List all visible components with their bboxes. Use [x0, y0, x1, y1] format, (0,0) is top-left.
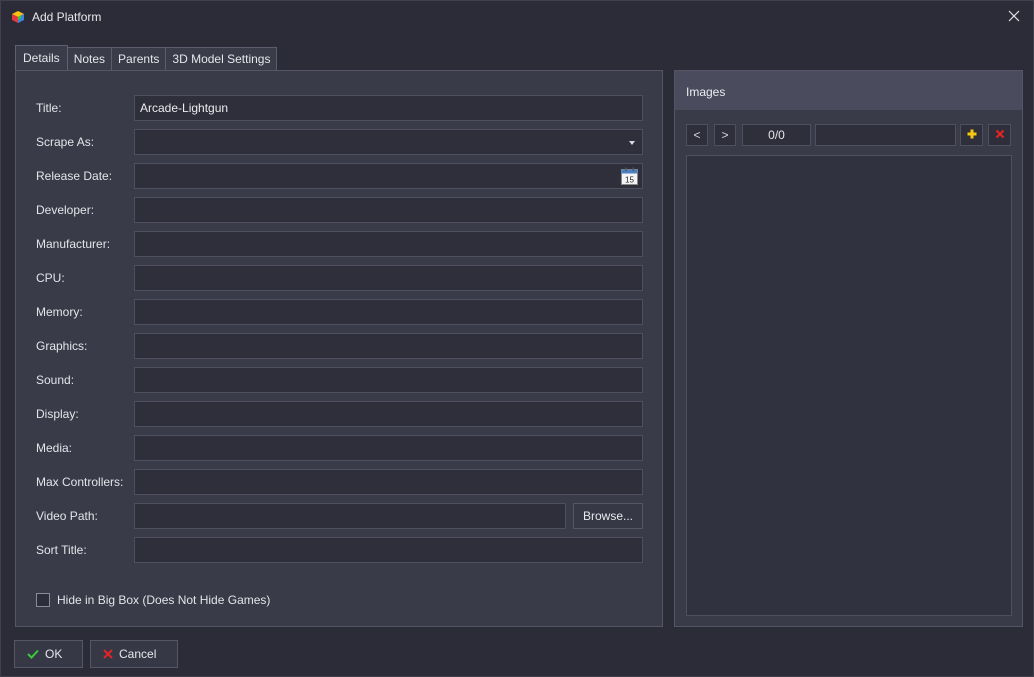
display-row: Display: [16, 401, 662, 427]
scrape-as-label: Scrape As: [36, 135, 95, 149]
sound-row: Sound: [16, 367, 662, 393]
cpu-input[interactable] [134, 265, 643, 291]
cpu-row: CPU: [16, 265, 662, 291]
manufacturer-input[interactable] [134, 231, 643, 257]
memory-label: Memory: [36, 305, 83, 319]
sort-title-row: Sort Title: [16, 537, 662, 563]
media-row: Media: [16, 435, 662, 461]
title-row: Title: Arcade-Lightgun [16, 95, 662, 121]
close-button[interactable] [1001, 5, 1027, 29]
tab-3d-model-settings[interactable]: 3D Model Settings [165, 47, 278, 70]
ok-button[interactable]: OK [14, 640, 83, 668]
developer-row: Developer: [16, 197, 662, 223]
display-label: Display: [36, 407, 79, 421]
developer-input[interactable] [134, 197, 643, 223]
developer-label: Developer: [36, 203, 95, 217]
graphics-label: Graphics: [36, 339, 88, 353]
scrape-as-dropdown[interactable] [134, 129, 643, 155]
sort-title-input[interactable] [134, 537, 643, 563]
add-icon [967, 128, 977, 142]
hide-in-bigbox-label[interactable]: Hide in Big Box (Does Not Hide Games) [57, 593, 270, 607]
x-icon [103, 649, 113, 659]
calendar-icon[interactable]: 15 [621, 167, 638, 185]
max-controllers-row: Max Controllers: [16, 469, 662, 495]
checkmark-icon [27, 649, 39, 659]
image-type-field[interactable] [815, 124, 956, 146]
chevron-down-icon [629, 141, 635, 145]
media-input[interactable] [134, 435, 643, 461]
video-path-row: Video Path: Browse... [16, 503, 662, 529]
add-platform-dialog: Add Platform Details Notes Parents 3D Mo… [0, 0, 1034, 677]
cancel-label: Cancel [119, 647, 157, 661]
browse-button[interactable]: Browse... [573, 503, 643, 529]
manufacturer-label: Manufacturer: [36, 237, 111, 251]
details-panel: Title: Arcade-Lightgun Scrape As: Releas… [15, 70, 663, 627]
tab-details[interactable]: Details [15, 45, 68, 71]
next-image-button[interactable]: > [714, 124, 736, 146]
title-label: Title: [36, 101, 62, 115]
image-preview-area [686, 155, 1012, 616]
graphics-row: Graphics: [16, 333, 662, 359]
release-date-label: Release Date: [36, 169, 113, 183]
graphics-input[interactable] [134, 333, 643, 359]
window-title: Add Platform [32, 10, 102, 24]
calendar-day-text: 15 [625, 176, 634, 185]
images-panel: Images < > 0/0 [674, 70, 1023, 627]
release-date-input[interactable]: 15 [134, 163, 643, 189]
title-input[interactable]: Arcade-Lightgun [134, 95, 643, 121]
remove-icon [995, 128, 1005, 142]
cancel-button[interactable]: Cancel [90, 640, 178, 668]
hide-in-bigbox-checkbox[interactable] [36, 593, 50, 607]
hide-in-bigbox-option[interactable]: Hide in Big Box (Does Not Hide Games) [36, 592, 270, 608]
release-date-row: Release Date: 15 [16, 163, 662, 189]
video-path-input[interactable] [134, 503, 566, 529]
sound-label: Sound: [36, 373, 75, 387]
ok-label: OK [45, 647, 63, 661]
images-header-title: Images [686, 85, 726, 99]
image-counter: 0/0 [742, 124, 811, 146]
max-controllers-input[interactable] [134, 469, 643, 495]
tab-parents[interactable]: Parents [111, 47, 167, 70]
add-image-button[interactable] [960, 124, 983, 146]
previous-image-button[interactable]: < [686, 124, 708, 146]
launchbox-cube-icon [11, 10, 25, 24]
tab-strip: Details Notes Parents 3D Model Settings [15, 45, 278, 71]
remove-image-button[interactable] [988, 124, 1011, 146]
images-header: Images [675, 71, 1022, 110]
sound-input[interactable] [134, 367, 643, 393]
manufacturer-row: Manufacturer: [16, 231, 662, 257]
media-label: Media: [36, 441, 73, 455]
memory-row: Memory: [16, 299, 662, 325]
cpu-label: CPU: [36, 271, 65, 285]
display-input[interactable] [134, 401, 643, 427]
max-controllers-label: Max Controllers: [36, 475, 124, 489]
title-bar: Add Platform [1, 1, 1033, 33]
memory-input[interactable] [134, 299, 643, 325]
scrape-as-row: Scrape As: [16, 129, 662, 155]
video-path-label: Video Path: [36, 509, 98, 523]
tab-notes[interactable]: Notes [66, 47, 113, 70]
sort-title-label: Sort Title: [36, 543, 87, 557]
close-icon [1008, 10, 1020, 25]
